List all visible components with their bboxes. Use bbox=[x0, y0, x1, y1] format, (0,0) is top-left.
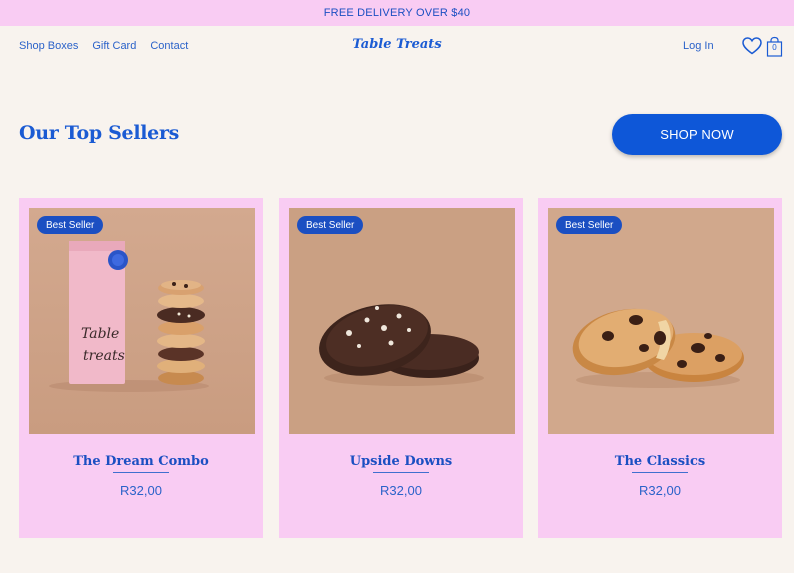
product-image[interactable]: Table treats bbox=[29, 208, 255, 434]
product-card-upside-downs[interactable]: Best Seller Upside Downs R32,00 bbox=[279, 198, 523, 538]
product-price: R32,00 bbox=[639, 483, 681, 498]
best-seller-badge: Best Seller bbox=[297, 216, 364, 234]
shop-now-button[interactable]: SHOP NOW bbox=[612, 114, 782, 155]
cart-count: 0 bbox=[772, 43, 777, 52]
upside-downs-photo bbox=[289, 208, 515, 434]
heart-icon bbox=[742, 37, 762, 55]
nav-gift-card[interactable]: Gift Card bbox=[92, 40, 136, 52]
promo-text: FREE DELIVERY OVER $40 bbox=[323, 7, 471, 19]
name-underline bbox=[632, 472, 688, 473]
classics-photo bbox=[548, 208, 774, 434]
product-price: R32,00 bbox=[380, 483, 422, 498]
product-name[interactable]: The Classics bbox=[538, 454, 782, 469]
product-card-dream-combo[interactable]: Table treats Best Seller The Dream Combo… bbox=[19, 198, 263, 538]
product-image[interactable] bbox=[548, 208, 774, 434]
promo-banner: FREE DELIVERY OVER $40 bbox=[0, 0, 794, 26]
product-price: R32,00 bbox=[120, 483, 162, 498]
name-underline bbox=[373, 472, 429, 473]
section-title: Our Top Sellers bbox=[19, 122, 180, 144]
main-nav: Shop Boxes Gift Card Contact bbox=[19, 40, 188, 52]
site-header: Shop Boxes Gift Card Contact Table Treat… bbox=[0, 26, 794, 66]
best-seller-badge: Best Seller bbox=[556, 216, 623, 234]
dream-combo-photo: Table treats bbox=[29, 208, 255, 434]
wishlist-button[interactable] bbox=[741, 36, 763, 56]
name-underline bbox=[113, 472, 169, 473]
site-logo[interactable]: Table Treats bbox=[352, 37, 441, 52]
best-seller-badge: Best Seller bbox=[37, 216, 104, 234]
bag-text-2: treats bbox=[83, 348, 125, 364]
product-image[interactable] bbox=[289, 208, 515, 434]
cart-button[interactable]: 0 bbox=[766, 36, 786, 58]
bag-text-1: Table bbox=[81, 326, 119, 342]
product-card-the-classics[interactable]: Best Seller The Classics R32,00 bbox=[538, 198, 782, 538]
product-name[interactable]: The Dream Combo bbox=[19, 454, 263, 469]
login-link[interactable]: Log In bbox=[683, 40, 714, 52]
nav-shop-boxes[interactable]: Shop Boxes bbox=[19, 40, 78, 52]
product-name[interactable]: Upside Downs bbox=[279, 454, 523, 469]
nav-contact[interactable]: Contact bbox=[150, 40, 188, 52]
